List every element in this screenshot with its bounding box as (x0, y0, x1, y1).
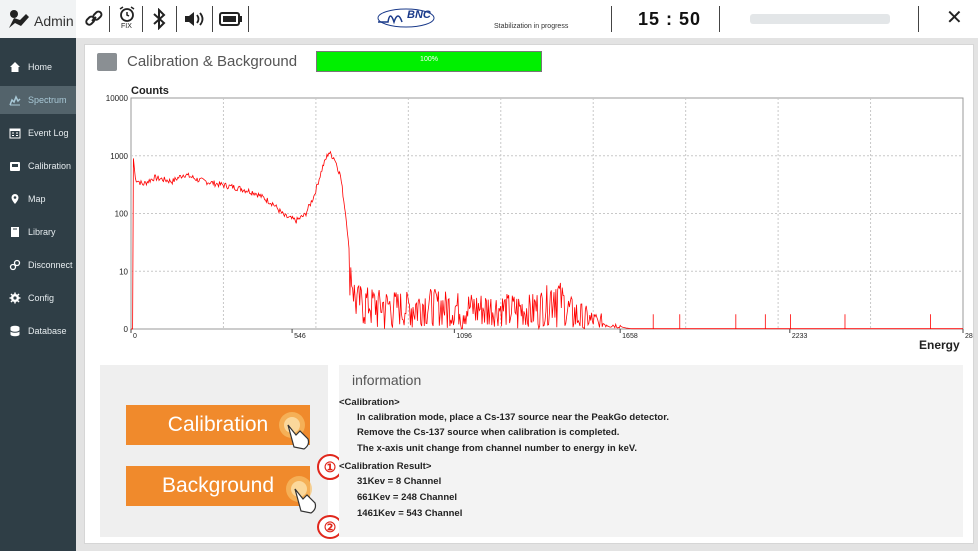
info-line: The x-axis unit change from channel numb… (357, 443, 637, 454)
sidebar: Home Spectrum Event Log Calibration Map … (0, 38, 76, 551)
status-text: Stabilization in progress (494, 23, 569, 30)
x-tick-label: 2233 (792, 333, 808, 340)
database-icon (8, 324, 22, 338)
y-tick-label: 100 (115, 210, 129, 219)
action-buttons-box: Calibration Background ① ② (100, 365, 343, 539)
sidebar-item-label: Event Log (28, 128, 69, 138)
sidebar-item-label: Calibration (28, 161, 72, 171)
sidebar-item-label: Home (28, 62, 53, 72)
y-tick-label: 0 (124, 325, 129, 334)
x-tick-label: 1096 (456, 333, 472, 340)
info-line: 1461Kev = 543 Channel (357, 508, 463, 519)
sidebar-item-event-log[interactable]: Event Log (0, 119, 76, 147)
info-line: 31Kev = 8 Channel (357, 476, 442, 487)
page-title: Calibration & Background (127, 53, 298, 70)
toolbar-divider (109, 6, 110, 32)
progress-label: 100% (420, 56, 438, 63)
calibration-panel-icon (97, 53, 117, 71)
sidebar-item-config[interactable]: Config (0, 284, 76, 312)
info-heading: <Calibration Result> (339, 461, 432, 472)
information-box: information <Calibration> In calibration… (339, 365, 963, 537)
progress-bar: 100% (316, 51, 542, 72)
gear-icon (8, 291, 22, 305)
info-title: information (352, 372, 422, 388)
spectrum-chart: 10000100010010005461096165822332820 Coun… (93, 79, 978, 359)
info-line: In calibration mode, place a Cs-137 sour… (357, 412, 670, 423)
fix-label: FIX (121, 23, 132, 30)
book-icon (8, 225, 22, 239)
sidebar-item-label: Map (28, 194, 46, 204)
brand-text: BNC (407, 9, 431, 21)
sidebar-item-label: Library (28, 227, 56, 237)
background-button[interactable]: Background (126, 466, 310, 506)
top-bar: Admin FIX BNC Stabilization in progress … (0, 0, 978, 39)
calendar-icon (8, 126, 22, 140)
toolbar-divider (719, 6, 720, 32)
admin-logo-icon (9, 10, 29, 28)
toolbar-divider (611, 6, 612, 32)
battery-icon (218, 6, 244, 32)
clock: 15 : 50 (638, 9, 702, 29)
info-heading: <Calibration> (339, 397, 400, 408)
link-icon (8, 258, 22, 272)
spectrum-icon (8, 93, 22, 107)
info-line: Remove the Cs-137 source when calibratio… (357, 427, 620, 438)
redacted-info (750, 14, 890, 24)
main-area: Calibration & Background 100% 10000 1000 1… (76, 38, 978, 551)
y-tick-label: 1000 (110, 152, 128, 161)
sidebar-item-label: Spectrum (28, 95, 67, 105)
close-icon[interactable]: ✕ (946, 5, 963, 30)
sidebar-item-map[interactable]: Map (0, 185, 76, 213)
x-tick-label: 0 (133, 333, 137, 340)
x-tick-label: 1658 (622, 333, 638, 340)
toolbar-divider (918, 6, 919, 32)
speaker-icon[interactable] (182, 6, 208, 32)
sidebar-item-label: Disconnect (28, 260, 73, 270)
y-tick-label: 10000 (106, 94, 129, 103)
calibration-panel: Calibration & Background 100% 10000 1000 1… (84, 44, 978, 544)
toolbar-divider (248, 6, 249, 32)
sidebar-item-database[interactable]: Database (0, 317, 76, 345)
toolbar-divider (142, 6, 143, 32)
info-line: 661Kev = 248 Channel (357, 492, 458, 503)
y-tick-label: 10 (119, 267, 128, 276)
sidebar-item-library[interactable]: Library (0, 218, 76, 246)
sidebar-item-disconnect[interactable]: Disconnect (0, 251, 76, 279)
bluetooth-icon[interactable] (146, 6, 172, 32)
link-icon[interactable] (81, 6, 107, 32)
sidebar-item-spectrum[interactable]: Spectrum (0, 86, 76, 114)
toolbar-divider (176, 6, 177, 32)
x-tick-label: 2820 (965, 333, 973, 340)
calibration-icon (8, 159, 22, 173)
admin-account[interactable]: Admin (0, 0, 76, 38)
sidebar-item-label: Config (28, 293, 55, 303)
tap-hand-icon (279, 412, 310, 450)
map-pin-icon (8, 192, 22, 206)
spectrum-chart-svg: 10000100010010005461096165822332820 (106, 94, 978, 340)
sidebar-item-home[interactable]: Home (0, 53, 76, 81)
alarm-fix-icon[interactable]: FIX (114, 6, 140, 32)
sidebar-item-label: Database (28, 326, 67, 336)
tap-hand-icon (286, 476, 317, 514)
toolbar-divider (212, 6, 213, 32)
home-icon (8, 60, 22, 74)
sidebar-item-calibration[interactable]: Calibration (0, 152, 76, 180)
y-axis-label: Counts (131, 85, 169, 97)
x-axis-label: Energy (919, 338, 960, 352)
x-tick-label: 546 (294, 333, 306, 340)
admin-label: Admin (34, 13, 74, 29)
